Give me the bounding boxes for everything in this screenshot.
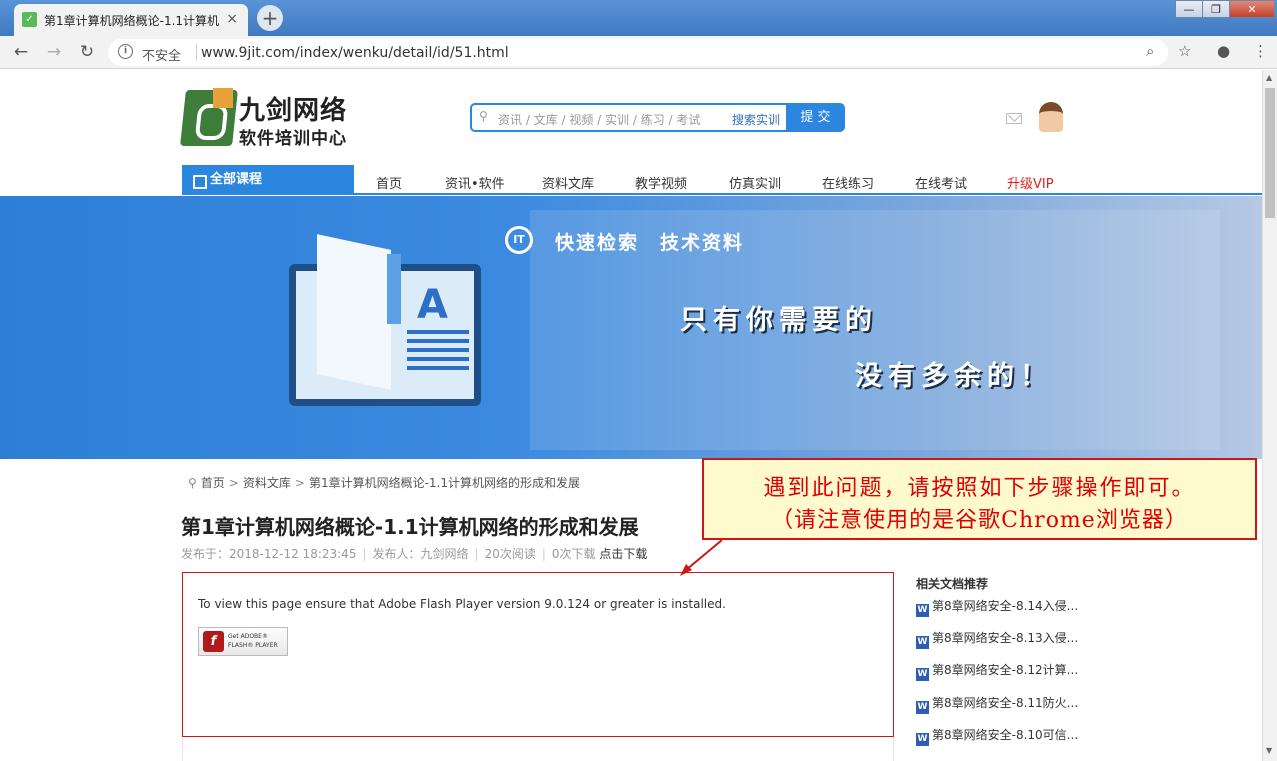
read-count: 20次阅读 (484, 547, 536, 561)
word-doc-icon: W (916, 733, 929, 746)
related-doc-label[interactable]: 第8章网络安全-8.14入侵... (932, 599, 1078, 613)
word-doc-icon: W (916, 604, 929, 617)
site-favicon-icon: ✓ (22, 12, 37, 27)
tab-close-icon[interactable]: × (226, 11, 238, 27)
browser-toolbar: ← → ↻ i 不安全 www.9jit.com/index/wenku/det… (0, 36, 1277, 69)
flash-button-line2: FLASH® PLAYER (228, 642, 278, 649)
search-icon: ⚲ (479, 109, 488, 123)
callout-line2: （请注意使用的是谷歌Chrome浏览器） (771, 508, 1188, 533)
related-doc-label[interactable]: 第8章网络安全-8.13入侵... (932, 631, 1078, 645)
search-placeholder: 资讯 / 文库 / 视频 / 实训 / 练习 / 考试 (498, 113, 701, 127)
zoom-icon[interactable]: ⌕ (1146, 42, 1154, 60)
flash-logo-icon: f (203, 631, 224, 652)
site-logo[interactable]: 九剑网络 软件培训中心 (180, 88, 358, 149)
hero-banner[interactable]: A IT 快速检索 技术资料 只有你需要的 没有多余的！ (0, 196, 1262, 459)
url-text[interactable]: www.9jit.com/index/wenku/detail/id/51.ht… (201, 45, 509, 61)
flash-viewer-box: To view this page ensure that Adobe Flas… (182, 572, 894, 737)
banner-tagline: 快速检索 技术资料 (555, 232, 745, 254)
back-arrow-icon[interactable]: ← (9, 40, 33, 64)
publisher: 发布人：九剑网络 (372, 547, 469, 561)
instruction-callout: 遇到此问题，请按照如下步骤操作即可。 （请注意使用的是谷歌Chrome浏览器） (702, 458, 1257, 540)
logo-badge-icon (213, 88, 233, 108)
related-doc-label[interactable]: 第8章网络安全-8.11防火... (932, 696, 1078, 710)
word-doc-icon: W (916, 668, 929, 681)
it-badge-icon: IT (505, 226, 533, 254)
banner-slogan-line2: 没有多余的！ (855, 361, 1053, 392)
tab-title: 第1章计算机网络概论-1.1计算机 (44, 14, 220, 28)
address-divider (196, 44, 197, 61)
book-icon: A (289, 234, 481, 407)
security-label[interactable]: 不安全 (142, 45, 181, 64)
search-training-link[interactable]: 搜索实训 (732, 111, 780, 128)
breadcrumb-separator: > (294, 476, 305, 490)
related-doc-item[interactable]: W 第8章网络安全-8.10可信... (916, 726, 1078, 746)
nav-item-vip[interactable]: 升级VIP (1007, 173, 1054, 192)
location-pin-icon: ⚲ (188, 476, 197, 490)
publish-time: 发布于：2018-12-12 18:23:45 (181, 547, 357, 561)
related-docs-title: 相关文档推荐 (916, 577, 989, 591)
bookmark-star-icon[interactable]: ☆ (1178, 42, 1191, 60)
window-minimize-button[interactable]: — (1175, 0, 1203, 18)
profile-icon[interactable]: ● (1217, 42, 1230, 60)
scrollbar-thumb[interactable] (1265, 88, 1275, 218)
related-doc-item[interactable]: W 第8章网络安全-8.11防火... (916, 694, 1078, 714)
browser-titlebar: ✓ 第1章计算机网络概论-1.1计算机 × + — ❐ ✕ (0, 0, 1277, 36)
nav-item-library[interactable]: 资料文库 (542, 173, 594, 192)
nav-item-practice[interactable]: 在线练习 (822, 173, 874, 192)
book-letter: A (417, 282, 448, 328)
nav-item-news-software[interactable]: 资讯•软件 (445, 173, 505, 192)
search-submit-button[interactable]: 提 交 (786, 103, 845, 132)
logo-subtitle: 软件培训中心 (239, 129, 347, 149)
page-title: 第1章计算机网络概论-1.1计算机网络的形成和发展 (181, 515, 639, 539)
nav-item-home[interactable]: 首页 (376, 173, 402, 192)
window-maximize-button[interactable]: ❐ (1202, 0, 1230, 18)
flash-button-line1: Get ADOBE® (228, 633, 268, 640)
breadcrumb-separator: > (228, 476, 239, 490)
main-nav: 全部课程 首页 资讯•软件 资料文库 教学视频 仿真实训 在线练习 在线考试 升… (182, 165, 1262, 195)
get-flash-player-button[interactable]: f Get ADOBE® FLASH® PLAYER (198, 627, 288, 656)
nav-item-videos[interactable]: 教学视频 (635, 173, 687, 192)
scroll-up-arrow-icon[interactable]: ▲ (1266, 73, 1272, 82)
related-doc-label[interactable]: 第8章网络安全-8.10可信... (932, 728, 1078, 742)
nav-item-exam[interactable]: 在线考试 (915, 173, 967, 192)
info-icon[interactable]: i (118, 44, 133, 59)
nav-item-simulation[interactable]: 仿真实训 (729, 173, 781, 192)
breadcrumb-library[interactable]: 资料文库 (243, 476, 291, 490)
callout-arrow-icon (680, 539, 723, 576)
flash-required-message: To view this page ensure that Adobe Flas… (198, 597, 726, 611)
page-scrollbar[interactable]: ▲ ▼ (1262, 70, 1277, 761)
browser-tab[interactable]: ✓ 第1章计算机网络概论-1.1计算机 × (14, 4, 248, 36)
window-close-button[interactable]: ✕ (1229, 0, 1275, 18)
breadcrumb: ⚲ 首页 > 资料文库 > 第1章计算机网络概论-1.1计算机网络的形成和发展 (188, 474, 580, 491)
download-count: 0次下载 (551, 547, 596, 561)
banner-slogan-line1: 只有你需要的 (680, 305, 878, 336)
mail-icon[interactable] (1006, 113, 1022, 124)
user-avatar[interactable] (1039, 102, 1063, 132)
word-doc-icon: W (916, 636, 929, 649)
scroll-down-arrow-icon[interactable]: ▼ (1266, 746, 1272, 755)
breadcrumb-current: 第1章计算机网络概论-1.1计算机网络的形成和发展 (308, 476, 581, 490)
download-link[interactable]: 点击下载 (599, 547, 647, 561)
chrome-menu-icon[interactable]: ⋮ (1253, 42, 1268, 60)
all-courses-button[interactable]: 全部课程 (182, 165, 354, 195)
related-doc-label[interactable]: 第8章网络安全-8.12计算... (932, 663, 1078, 677)
article-meta: 发布于：2018-12-12 18:23:45 | 发布人：九剑网络 | 20次阅读 | 0… (181, 547, 648, 561)
reload-icon[interactable]: ↻ (75, 40, 99, 64)
address-bar[interactable]: i 不安全 www.9jit.com/index/wenku/detail/id… (108, 39, 1168, 66)
breadcrumb-home[interactable]: 首页 (201, 476, 225, 490)
related-doc-item[interactable]: W 第8章网络安全-8.13入侵... (916, 629, 1078, 649)
word-doc-icon: W (916, 701, 929, 714)
logo-name: 九剑网络 (239, 96, 348, 126)
related-doc-item[interactable]: W 第8章网络安全-8.14入侵... (916, 597, 1078, 617)
site-search-input[interactable]: ⚲ 资讯 / 文库 / 视频 / 实训 / 练习 / 考试 搜索实训 (470, 103, 786, 132)
forward-arrow-icon[interactable]: → (42, 40, 66, 64)
related-doc-item[interactable]: W 第8章网络安全-8.12计算... (916, 661, 1078, 681)
callout-line1: 遇到此问题，请按照如下步骤操作即可。 (763, 476, 1196, 501)
new-tab-button[interactable]: + (257, 5, 283, 31)
document-area (182, 737, 894, 761)
